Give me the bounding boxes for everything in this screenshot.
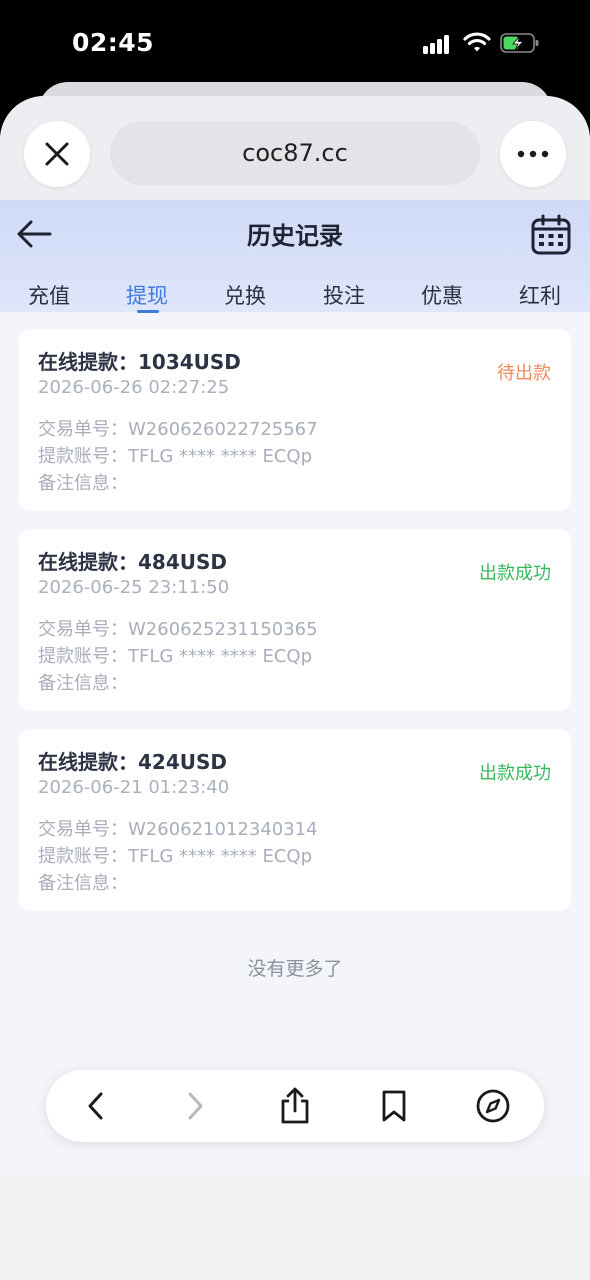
record-order-number: 交易单号：W260621012340314	[38, 819, 318, 840]
status-time: 02:45	[72, 28, 155, 57]
tab-bets[interactable]: 投注	[309, 280, 379, 310]
record-remark: 备注信息：	[38, 673, 128, 694]
url-field[interactable]: coc87.cc	[110, 121, 480, 185]
tab-exchange[interactable]: 兑换	[210, 280, 280, 310]
bookmark-icon	[382, 1090, 406, 1122]
record-title: 在线提款：484USD	[38, 550, 227, 574]
record-card[interactable]: 在线提款：1034USD 2026-06-26 02:27:25 待出款 交易单…	[19, 329, 571, 511]
bottom-area	[0, 1176, 590, 1280]
calendar-icon[interactable]	[530, 214, 572, 256]
no-more-text: 没有更多了	[247, 958, 343, 980]
active-tab-indicator	[137, 310, 159, 313]
record-time: 2026-06-21 01:23:40	[38, 777, 230, 798]
cellular-signal-icon	[423, 34, 455, 54]
page-title: 历史记录	[247, 222, 343, 250]
more-button[interactable]	[500, 121, 566, 187]
wifi-icon	[463, 32, 491, 52]
record-title: 在线提款：1034USD	[38, 350, 241, 374]
withdrawal-record-list: 在线提款：1034USD 2026-06-26 02:27:25 待出款 交易单…	[19, 329, 571, 929]
record-status: 待出款	[497, 363, 551, 384]
record-status: 出款成功	[479, 763, 551, 784]
browser-top-bar: coc87.cc	[0, 96, 590, 200]
status-bar: 02:45	[0, 0, 590, 84]
record-title: 在线提款：424USD	[38, 750, 227, 774]
record-account: 提款账号：TFLG **** **** ECQp	[38, 846, 313, 867]
record-card[interactable]: 在线提款：424USD 2026-06-21 01:23:40 出款成功 交易单…	[19, 729, 571, 911]
share-button[interactable]	[277, 1087, 313, 1124]
tab-promotions[interactable]: 优惠	[407, 280, 477, 310]
tab-recharge[interactable]: 充值	[14, 280, 84, 310]
explore-button[interactable]	[475, 1088, 511, 1124]
record-account: 提款账号：TFLG **** **** ECQp	[38, 446, 313, 467]
back-icon	[88, 1092, 103, 1120]
record-order-number: 交易单号：W260625231150365	[38, 619, 318, 640]
page-header: 历史记录 充值 提现 兑换 投注 优惠 红利	[0, 200, 590, 313]
record-order-number: 交易单号：W260626022725567	[38, 419, 318, 440]
nav-back-button[interactable]	[78, 1088, 114, 1124]
forward-icon	[188, 1092, 203, 1120]
nav-forward-button[interactable]	[177, 1088, 213, 1124]
record-remark: 备注信息：	[38, 873, 128, 894]
close-button[interactable]	[24, 121, 90, 187]
battery-charging-icon	[500, 33, 539, 53]
record-time: 2026-06-26 02:27:25	[38, 377, 230, 398]
record-status: 出款成功	[479, 563, 551, 584]
record-tabs: 充值 提现 兑换 投注 优惠 红利	[0, 272, 590, 313]
record-card[interactable]: 在线提款：484USD 2026-06-25 23:11:50 出款成功 交易单…	[19, 529, 571, 711]
compass-icon	[476, 1089, 510, 1123]
record-remark: 备注信息：	[38, 473, 128, 494]
tab-withdraw[interactable]: 提现	[112, 280, 182, 310]
browser-bottom-toolbar	[46, 1070, 544, 1142]
more-icon	[517, 150, 549, 158]
close-icon	[45, 142, 69, 166]
tab-bonus[interactable]: 红利	[505, 280, 575, 310]
record-account: 提款账号：TFLG **** **** ECQp	[38, 646, 313, 667]
share-icon	[281, 1087, 309, 1124]
bookmark-button[interactable]	[376, 1088, 412, 1124]
record-time: 2026-06-25 23:11:50	[38, 577, 230, 598]
